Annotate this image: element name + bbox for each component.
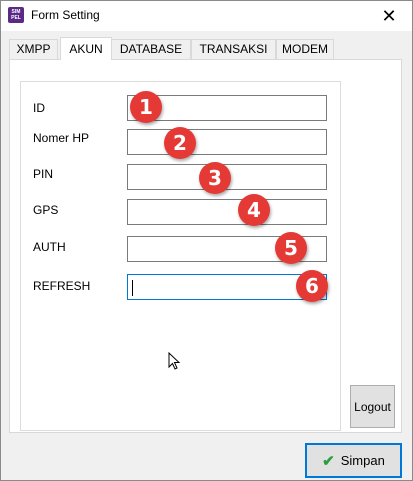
text-caret [132,280,133,296]
tab-modem[interactable]: MODEM [276,39,334,59]
gps-field[interactable] [127,199,327,225]
annotation-badge-2: 2 [164,127,196,159]
window-title: Form Setting [31,8,100,22]
annotation-badge-5: 5 [275,232,307,264]
tab-transaksi[interactable]: TRANSAKSI [191,39,276,59]
refresh-label: REFRESH [33,279,91,293]
close-button[interactable]: ✕ [366,1,412,31]
annotation-badge-1: 1 [130,91,162,123]
tab-database[interactable]: DATABASE [111,39,191,59]
pin-label: PIN [33,167,54,181]
check-icon: ✔ [322,452,335,470]
title-bar: SIM PEL Form Setting ✕ [1,1,412,31]
save-button-label: Simpan [340,453,385,468]
gps-label: GPS [33,203,59,217]
close-icon: ✕ [381,5,397,26]
tab-xmpp[interactable]: XMPP [9,39,58,59]
app-icon: SIM PEL [8,7,24,23]
mouse-pointer-icon [168,352,181,370]
nomer-hp-label: Nomer HP [33,131,90,145]
nomer-hp-field[interactable] [127,129,327,155]
auth-label: AUTH [33,240,66,254]
tab-akun[interactable]: AKUN [60,37,112,60]
save-button[interactable]: ✔ Simpan [305,443,402,478]
id-label: ID [33,101,45,115]
annotation-badge-3: 3 [199,162,231,194]
annotation-badge-6: 6 [296,270,328,302]
annotation-badge-4: 4 [238,194,270,226]
logout-button[interactable]: Logout [350,385,395,428]
